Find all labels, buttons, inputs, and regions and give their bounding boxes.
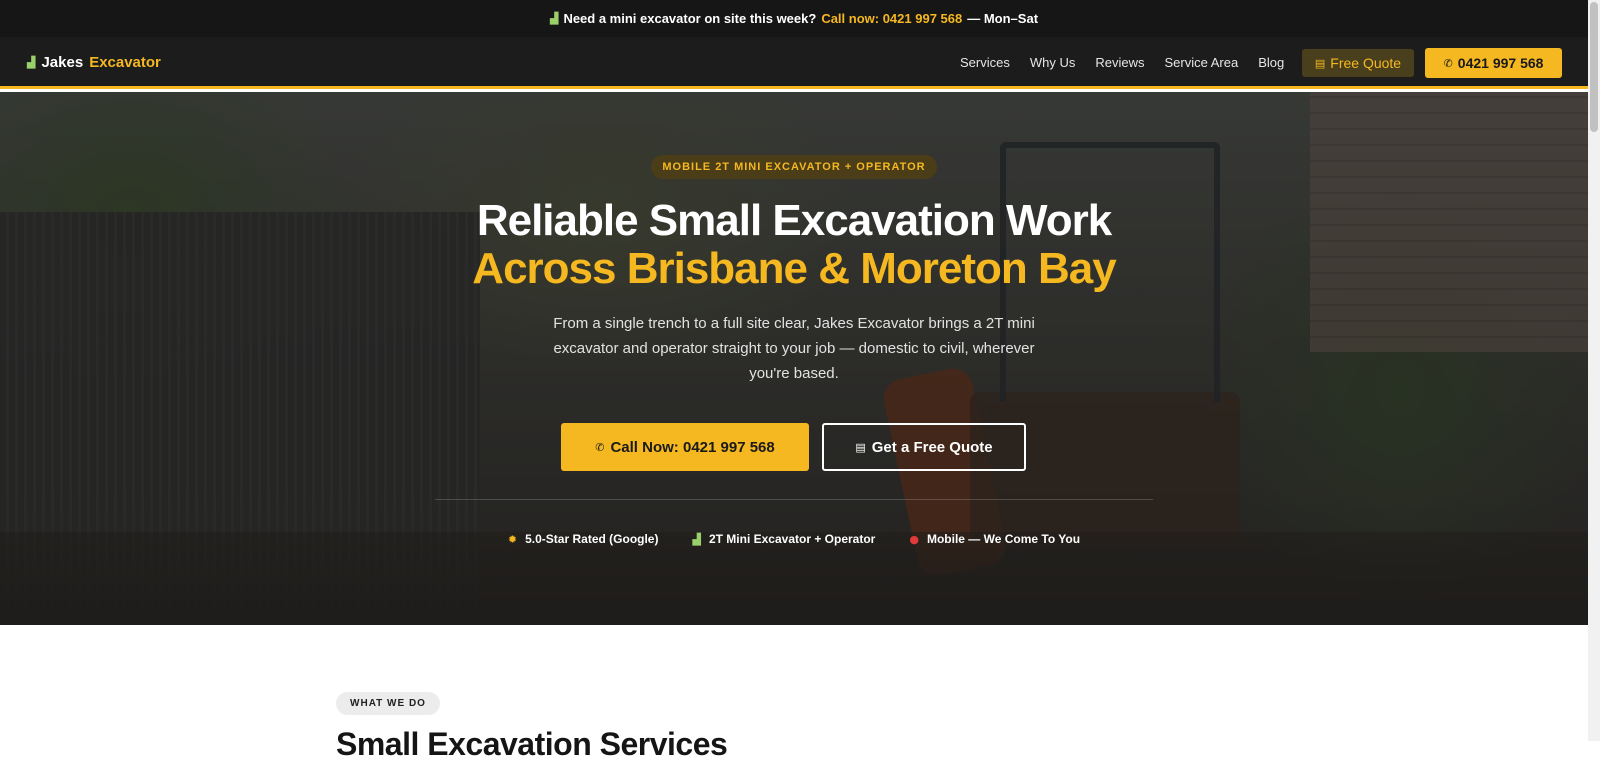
announcement-hours: — Mon–Sat xyxy=(967,11,1039,26)
brand-name-second: Excavator xyxy=(89,54,161,71)
announcement-call-link[interactable]: Call now: 0421 997 568 xyxy=(821,11,962,26)
hero-headline-line1: Reliable Small Excavation Work xyxy=(476,196,1112,245)
announcement-text: Need a mini excavator on site this week? xyxy=(563,11,817,26)
call-now-button[interactable]: ✆ Call Now: 0421 997 568 xyxy=(561,423,809,471)
star-icon: ✹ xyxy=(507,532,518,546)
phone-button[interactable]: ✆ 0421 997 568 xyxy=(1425,48,1562,78)
scrollbar-thumb[interactable] xyxy=(1590,2,1598,132)
section-title: Small Excavation Services xyxy=(336,726,728,762)
trust-item-rating: ✹ 5.0-Star Rated (Google) xyxy=(508,532,659,546)
free-quote-label: Free Quote xyxy=(1330,55,1402,71)
nav-item-services[interactable]: Services xyxy=(960,55,1010,70)
hero-divider xyxy=(435,499,1153,500)
trust-label-machine: 2T Mini Excavator + Operator xyxy=(708,532,876,546)
hero-lead: From a single trench to a full site clea… xyxy=(553,315,1035,382)
nav-item-why-us[interactable]: Why Us xyxy=(1030,55,1076,70)
hero-badge: MOBILE 2T MINI EXCAVATOR + OPERATOR xyxy=(651,155,937,179)
brand-name-first: Jakes xyxy=(41,54,84,71)
nav-item-reviews[interactable]: Reviews xyxy=(1095,55,1144,70)
hero-headline-line2: Across Brisbane & Moreton Bay xyxy=(472,244,1116,293)
brand-logo[interactable]: ▟ Jakes Excavator xyxy=(27,54,161,71)
phone-icon: ✆ xyxy=(1443,56,1453,70)
excavator-icon: ▟ xyxy=(549,12,559,25)
phone-icon: ✆ xyxy=(595,440,605,454)
trust-label-mobile: Mobile — We Come To You xyxy=(926,532,1081,546)
main-navigation: ▟ Jakes Excavator Services Why Us Review… xyxy=(0,37,1588,89)
clipboard-icon: ▤ xyxy=(855,440,866,454)
get-free-quote-label: Get a Free Quote xyxy=(871,438,993,456)
call-now-label: Call Now: 0421 997 568 xyxy=(610,438,775,456)
excavator-icon: ▟ xyxy=(27,56,36,69)
trust-bar: ✹ 5.0-Star Rated (Google) ▟ 2T Mini Exca… xyxy=(0,532,1588,546)
nav-item-service-area[interactable]: Service Area xyxy=(1164,55,1238,70)
hero-section: MOBILE 2T MINI EXCAVATOR + OPERATOR Reli… xyxy=(0,92,1588,625)
free-quote-button[interactable]: ▤ Free Quote xyxy=(1302,49,1414,77)
nav-item-blog[interactable]: Blog xyxy=(1258,55,1284,70)
trust-label-rating: 5.0-Star Rated (Google) xyxy=(525,532,659,546)
trust-item-mobile: ● Mobile — We Come To You xyxy=(909,532,1080,546)
clipboard-icon: ▤ xyxy=(1314,56,1326,70)
section-tag: WHAT WE DO xyxy=(336,692,440,715)
excavator-icon: ▟ xyxy=(692,532,701,546)
announcement-bar: ▟ Need a mini excavator on site this wee… xyxy=(0,0,1588,37)
trust-item-machine: ▟ 2T Mini Excavator + Operator xyxy=(692,532,875,546)
get-free-quote-button[interactable]: ▤ Get a Free Quote xyxy=(822,423,1026,471)
phone-button-label: 0421 997 568 xyxy=(1457,55,1544,71)
nav-menu: Services Why Us Reviews Service Area Blo… xyxy=(960,55,1284,70)
page-scrollbar[interactable] xyxy=(1588,0,1600,741)
pin-icon: ● xyxy=(909,532,919,546)
